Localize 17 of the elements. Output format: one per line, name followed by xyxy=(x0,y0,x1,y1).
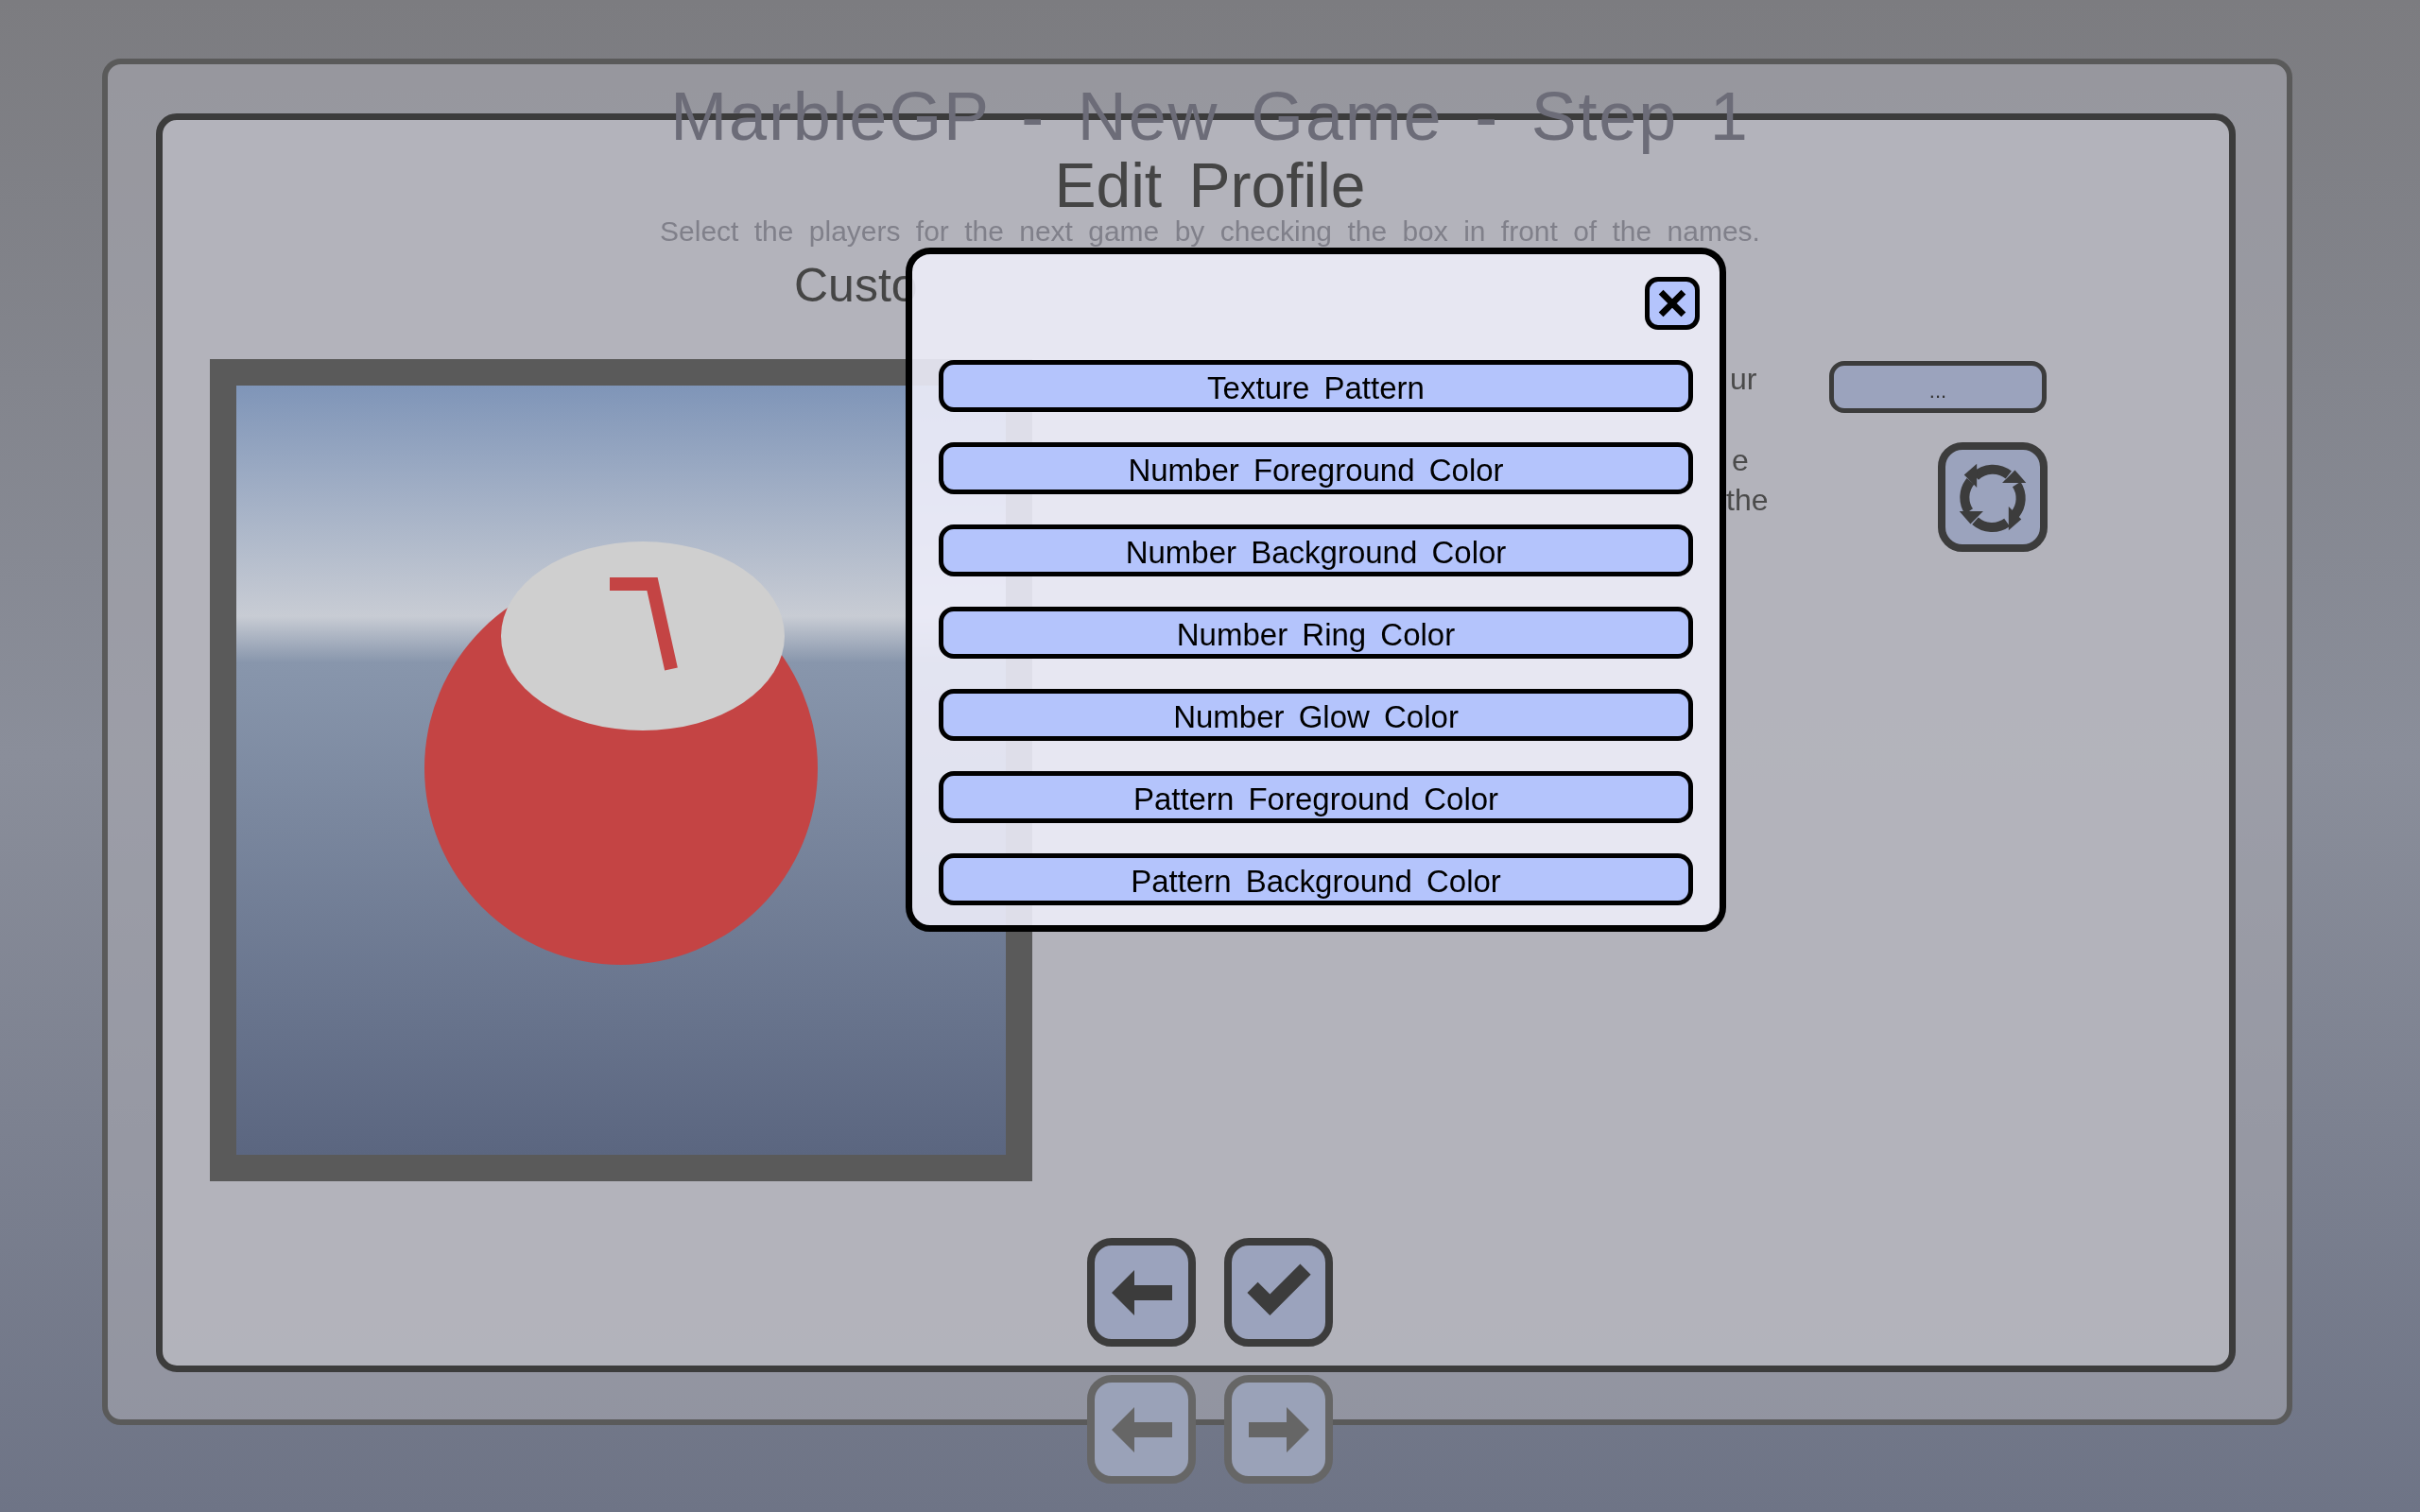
close-icon xyxy=(1656,287,1688,319)
menu-option-button[interactable]: Number Ring Color xyxy=(939,607,1693,659)
menu-option-button[interactable]: Number Foreground Color xyxy=(939,442,1693,494)
menu-option-button[interactable]: Number Glow Color xyxy=(939,689,1693,741)
menu-option-button[interactable]: Number Background Color xyxy=(939,524,1693,576)
menu-option-button[interactable]: Pattern Foreground Color xyxy=(939,771,1693,823)
close-button[interactable] xyxy=(1645,277,1700,330)
dialog-title: Edit Profile xyxy=(1054,157,1366,214)
menu-option-button[interactable]: Texture Pattern xyxy=(939,360,1693,412)
description-text: ur xyxy=(1729,361,1757,398)
back-button[interactable] xyxy=(1087,1238,1196,1347)
randomize-button[interactable] xyxy=(1938,442,2048,552)
confirm-button[interactable] xyxy=(1224,1238,1333,1347)
menu-option-button[interactable]: Pattern Background Color xyxy=(939,853,1693,905)
description-text: e xyxy=(1731,442,1749,479)
description-text: the xyxy=(1726,482,1769,519)
preset-button[interactable]: ... xyxy=(1829,361,2047,413)
